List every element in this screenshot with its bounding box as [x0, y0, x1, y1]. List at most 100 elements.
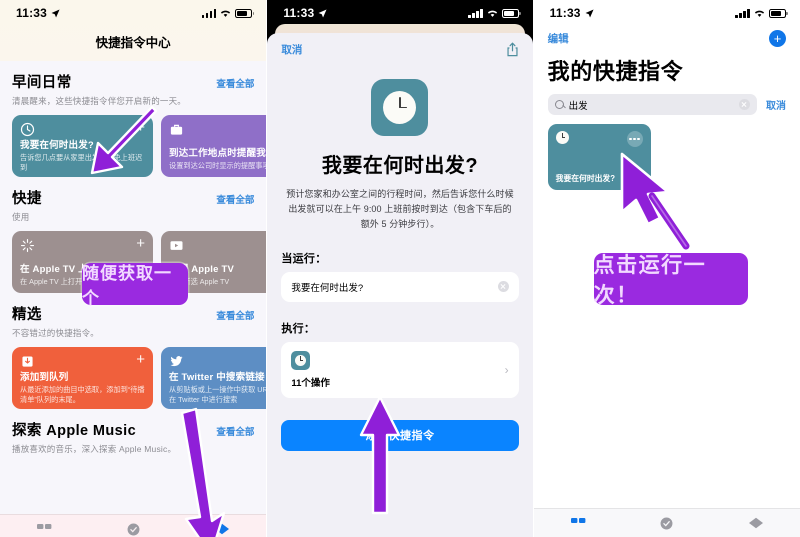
section-subtitle: 不容错过的快捷指令。 — [12, 328, 100, 338]
search-row: 出发 取消 — [534, 86, 800, 115]
section-title: 早间日常 — [12, 75, 72, 91]
sparkle-icon — [20, 238, 35, 253]
execute-label: 执行： — [281, 322, 316, 335]
when-run-label: 当运行： — [281, 252, 327, 265]
status-bar-right: 11:33 — [534, 0, 800, 26]
download-box-icon — [22, 356, 33, 367]
chevron-right-icon: › — [504, 362, 509, 377]
wifi-icon — [221, 10, 231, 17]
status-bar-mid: 11:33 — [267, 0, 532, 26]
add-shortcut-button[interactable]: + — [136, 236, 145, 251]
panel-shortcuts-gallery: 11:33 快捷指令中心 早间日常 查看全部 清晨醒来，这些快捷指令伴您开启新的… — [0, 0, 267, 537]
card-title: 在 Twitter 中搜索链接 — [169, 372, 265, 383]
twitter-icon — [170, 356, 183, 367]
status-time: 11:33 — [16, 6, 48, 20]
section-header: 早间日常 查看全部 — [12, 71, 254, 92]
clear-circle-icon[interactable] — [738, 99, 750, 110]
shortcut-card[interactable]: + 在 Twitter 中搜索链接 从剪贴板或上一操作中获取 URL，然后在 T… — [161, 347, 267, 409]
clock-icon — [555, 131, 569, 144]
wifi-icon — [487, 10, 497, 17]
shortcut-description: 预计您家和办公室之间的行程时间，然后告诉您什么时候出发就可以在上午 9:00 上… — [286, 189, 514, 229]
modal-sheet: 取消 我要在何时出发? 预计您家和办公室之间的行程时间，然后告诉您什么时候出发就… — [267, 33, 533, 537]
shortcut-card[interactable]: + 添加到队列 从最近添加的曲目中选取，添加到“待播清单”队列的末尾。 — [12, 347, 153, 409]
section-title: 快捷 — [12, 191, 42, 207]
grid-gallery-icon — [36, 523, 52, 529]
status-bar-left: 11:33 — [0, 0, 266, 26]
automation-check-icon — [660, 517, 673, 529]
search-value: 出发 — [568, 100, 588, 112]
battery-icon — [501, 8, 521, 18]
card-description: 从剪贴板或上一操作中获取 URL，然后在 Twitter 中进行搜索 — [169, 385, 266, 404]
cellular-bars-icon — [201, 8, 217, 18]
annotation-label-run-once: 点击运行一次！ — [593, 253, 748, 307]
annotation-cursor-arrow — [620, 152, 690, 250]
when-run-field[interactable]: 我要在何时出发? — [281, 271, 519, 302]
cellular-bars-icon — [468, 8, 483, 18]
shortcut-title: 我要在何时出发? — [321, 155, 479, 177]
ellipsis-icon[interactable] — [626, 131, 643, 147]
section-title: 精选 — [12, 307, 42, 323]
see-all-link[interactable]: 查看全部 — [216, 192, 254, 206]
shortcuts-diamond-icon — [748, 517, 763, 529]
search-icon — [554, 100, 564, 109]
wifi-icon — [754, 10, 765, 17]
page-title: 快捷指令中心 — [95, 36, 171, 50]
section-header: 快捷 查看全部 — [12, 187, 254, 208]
page-title: 我的快捷指令 — [547, 59, 684, 84]
when-run-value: 我要在何时出发? — [291, 282, 364, 294]
add-shortcut-button[interactable]: + — [136, 352, 145, 367]
location-arrow-icon — [585, 8, 594, 17]
panel-shortcut-detail: 11:33 取消 我要在何时出发? 预计您家和办公室之间的行程时间，然后告诉您什… — [267, 0, 533, 537]
my-shortcuts-toolbar: 编辑 + — [534, 26, 800, 47]
annotation-arrow-up — [360, 395, 401, 515]
gallery-scroll-area[interactable]: 早间日常 查看全部 清晨醒来，这些快捷指令伴您开启新的一天。 + 我要在何 — [0, 61, 267, 537]
grid-gallery-icon — [570, 517, 585, 523]
tab-my-shortcuts[interactable] — [747, 516, 764, 530]
see-all-link[interactable]: 查看全部 — [216, 308, 254, 322]
briefcase-icon — [170, 124, 183, 135]
battery-icon — [235, 8, 255, 18]
status-time: 11:33 — [283, 6, 315, 20]
section-title: 探索 Apple Music — [12, 423, 137, 439]
location-arrow-icon — [51, 8, 60, 17]
shortcut-app-icon — [371, 79, 429, 136]
actions-row[interactable]: 11个操作 › — [281, 341, 519, 398]
share-icon[interactable] — [506, 42, 519, 57]
edit-button[interactable]: 编辑 — [548, 31, 569, 46]
panel-my-shortcuts: 11:33 编辑 + 我的快捷指令 出发 取消 我要在何时出发? 点击运行一次！ — [533, 0, 800, 537]
screenshot-triptych: 11:33 快捷指令中心 早间日常 查看全部 清晨醒来，这些快捷指令伴您开启新的… — [0, 0, 800, 537]
card-row: + 添加到队列 从最近添加的曲目中选取，添加到“待播清单”队列的末尾。 + — [12, 347, 267, 409]
annotation-label-get-one: 随便获取一个 — [82, 263, 188, 308]
tab-automation[interactable] — [658, 516, 675, 530]
action-count: 11个操作 — [291, 377, 330, 389]
cancel-button[interactable]: 取消 — [281, 42, 302, 57]
tab-gallery[interactable] — [36, 522, 53, 536]
card-title: 到达工作地点时提醒我 — [169, 148, 267, 160]
status-time: 11:33 — [549, 6, 581, 20]
annotation-arrow-down-left — [90, 105, 158, 175]
card-description: 从最近添加的曲目中选取，添加到“待播清单”队列的末尾。 — [20, 385, 145, 404]
play-icon — [170, 241, 183, 250]
search-input[interactable]: 出发 — [547, 94, 757, 115]
clear-circle-icon[interactable] — [497, 281, 509, 293]
tab-gallery[interactable] — [570, 516, 587, 530]
plus-circle-icon[interactable]: + — [768, 30, 786, 47]
location-arrow-icon — [318, 8, 327, 17]
tab-automation[interactable] — [125, 522, 142, 536]
clock-icon — [383, 91, 417, 124]
section-subtitle: 使用 — [12, 212, 30, 222]
tab-bar — [533, 508, 800, 537]
see-all-link[interactable]: 查看全部 — [216, 76, 254, 90]
automation-check-icon — [127, 523, 140, 535]
annotation-arrow-down — [180, 407, 226, 537]
section-featured: 精选 查看全部 不容错过的快捷指令。 + 添加到队列 从最近添加的曲目中选取，添… — [0, 293, 267, 409]
clock-icon — [20, 122, 35, 137]
search-cancel-button[interactable]: 取消 — [766, 97, 786, 112]
battery-icon — [768, 8, 788, 18]
card-description: 设置到达公司时显示的提醒事项 — [169, 161, 267, 171]
clock-icon — [291, 350, 311, 370]
sheet-toolbar: 取消 — [281, 42, 518, 57]
shortcut-card[interactable]: + 到达工作地点时提醒我 设置到达公司时显示的提醒事项 — [161, 115, 267, 177]
card-title: 添加到队列 — [20, 372, 69, 383]
cellular-bars-icon — [735, 8, 750, 18]
